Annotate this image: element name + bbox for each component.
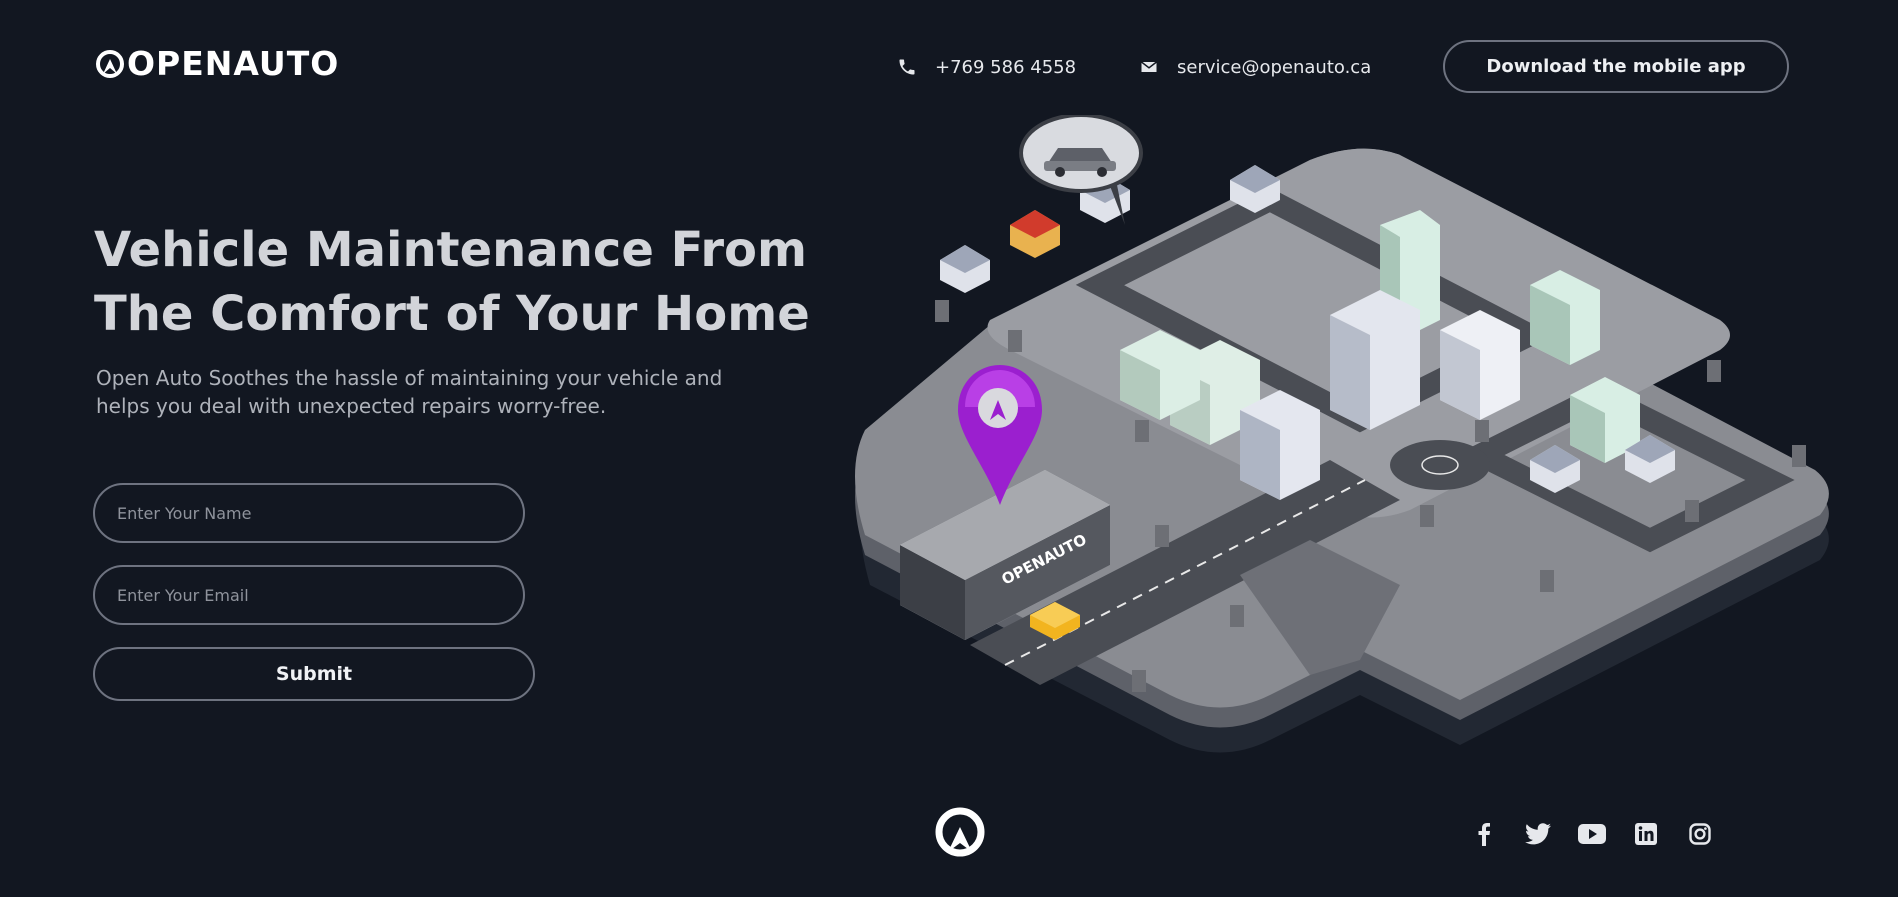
phone-number: +769 586 4558 [935, 56, 1077, 78]
phone-contact[interactable]: +769 586 4558 [897, 52, 1076, 82]
envelope-icon [1141, 61, 1157, 72]
brand-logo[interactable]: OPENAUTO [95, 46, 339, 82]
download-app-button[interactable]: Download the mobile app [1443, 40, 1789, 93]
isometric-city-illustration: OPENAUTO [855, 115, 1829, 753]
hero-subtitle-line-1: Open Auto Soothes the hassle of maintain… [96, 366, 723, 390]
twitter-icon[interactable] [1524, 820, 1552, 848]
hero-subtitle-line-2: helps you deal with unexpected repairs w… [96, 394, 607, 418]
linkedin-icon[interactable] [1632, 820, 1660, 848]
social-links [1470, 820, 1714, 848]
openauto-logo-icon [96, 50, 124, 78]
hero-title: Vehicle Maintenance From The Comfort of … [94, 218, 810, 346]
brand-name: OPENAUTO [127, 44, 340, 83]
instagram-icon[interactable] [1686, 820, 1714, 848]
hero-title-line-2: The Comfort of Your Home [94, 286, 810, 342]
email-address: service@openauto.ca [1177, 56, 1372, 78]
hero-subtitle: Open Auto Soothes the hassle of maintain… [96, 364, 796, 420]
phone-icon [899, 59, 915, 75]
youtube-icon[interactable] [1578, 820, 1606, 848]
footer-logo-icon[interactable] [933, 805, 987, 859]
email-input[interactable] [93, 565, 525, 625]
submit-button[interactable]: Submit [93, 647, 535, 701]
facebook-icon[interactable] [1470, 820, 1498, 848]
name-input[interactable] [93, 483, 525, 543]
roundabout [1390, 440, 1490, 490]
email-contact[interactable]: service@openauto.ca [1139, 52, 1371, 82]
hero-title-line-1: Vehicle Maintenance From [94, 222, 807, 278]
